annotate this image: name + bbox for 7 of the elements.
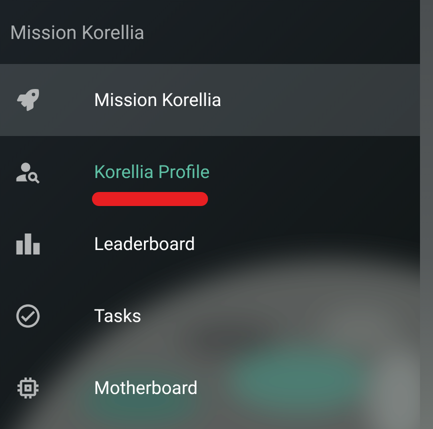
menu-item[interactable]: Tasks (0, 280, 420, 352)
menu-item[interactable]: Motherboard (0, 352, 420, 424)
rocket-icon (14, 86, 42, 114)
menu-item[interactable]: Mission Korellia (0, 64, 420, 136)
menu-item[interactable]: Leaderboard (0, 208, 420, 280)
menu-item[interactable]: Korellia Profile (0, 136, 420, 208)
sidebar-title: Mission Korellia (10, 20, 145, 44)
